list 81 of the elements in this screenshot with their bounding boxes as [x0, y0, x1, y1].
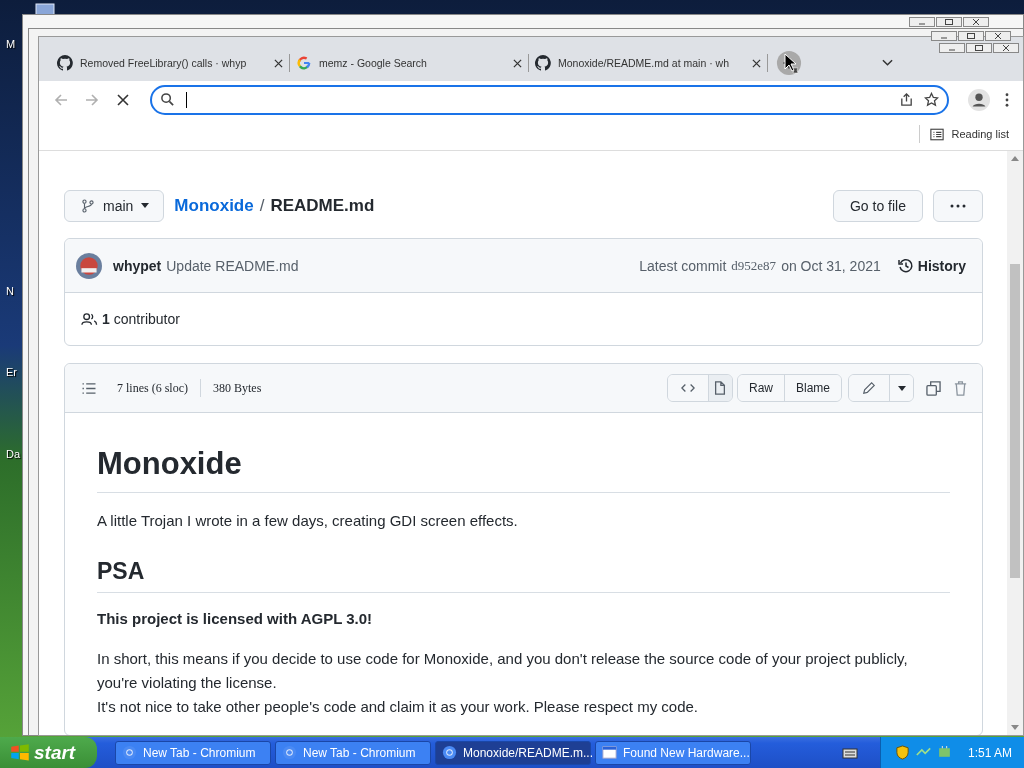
- browser-tab[interactable]: Removed FreeLibrary() calls · whyp: [51, 46, 289, 80]
- shield-icon[interactable]: [894, 745, 910, 760]
- readme-subheading: PSA: [97, 556, 950, 593]
- path-separator: /: [259, 195, 265, 216]
- browser-tab[interactable]: memz - Google Search: [290, 46, 528, 80]
- branch-button[interactable]: main: [64, 189, 165, 222]
- google-icon: [296, 55, 312, 71]
- avatar-icon: [76, 252, 102, 279]
- file-size: 380 Bytes: [213, 380, 262, 396]
- taskbar-button[interactable]: Monoxide/README.m...: [435, 740, 591, 765]
- browser-icon: [282, 745, 297, 760]
- maximize-button[interactable]: [936, 17, 962, 27]
- cursor-icon: [784, 53, 798, 75]
- desktop-icon-label[interactable]: Da: [6, 448, 21, 460]
- menu-icon[interactable]: [1005, 92, 1009, 107]
- search-icon: [160, 92, 175, 107]
- history-icon: [897, 257, 914, 274]
- octocat-icon: [535, 55, 551, 71]
- repo-link[interactable]: Monoxide: [174, 195, 254, 216]
- reading-list-button[interactable]: Reading list: [929, 127, 1009, 141]
- file-name: README.md: [270, 195, 375, 216]
- stop-icon[interactable]: [115, 91, 131, 108]
- close-button[interactable]: [963, 17, 989, 27]
- maximize-button[interactable]: [958, 31, 984, 41]
- browser-icon: [122, 745, 137, 760]
- star-icon[interactable]: [924, 92, 939, 107]
- close-button[interactable]: [985, 31, 1011, 41]
- caret-icon: [897, 385, 906, 391]
- browser-tab[interactable]: Monoxide/README.md at main · wh: [529, 46, 767, 80]
- code-icon: [680, 381, 695, 395]
- browser-icon: [442, 745, 457, 760]
- desktop-icon-label[interactable]: M: [6, 38, 16, 50]
- pencil-icon: [862, 381, 876, 395]
- taskbar-button[interactable]: Found New Hardware...: [595, 740, 751, 765]
- tab-search-icon[interactable]: [882, 59, 893, 67]
- readme-paragraph: In short, this means if you decide to use code for Monoxide, and you don't release the source code of your project publicly, you're violating the license. It's not nice to take other people's code and claim it as your work. Please respect my code.: [97, 648, 909, 717]
- more-icon: [950, 203, 966, 208]
- close-button[interactable]: [993, 43, 1019, 53]
- edit-dropdown-button[interactable]: [889, 375, 913, 401]
- commit-hash[interactable]: d952e87: [731, 257, 777, 274]
- scrollbar[interactable]: [1007, 151, 1023, 735]
- file-icon: [713, 381, 728, 395]
- contributor-count[interactable]: 1: [102, 311, 110, 327]
- go-to-file-button[interactable]: Go to file: [832, 189, 923, 222]
- close-icon[interactable]: [274, 58, 283, 68]
- trash-icon[interactable]: [953, 380, 968, 396]
- scroll-up-icon[interactable]: [1011, 156, 1019, 161]
- readme-paragraph: A little Trojan I wrote in a few days, creating GDI screen effects.: [97, 510, 519, 531]
- window-icon: [602, 745, 617, 760]
- maximize-button[interactable]: [966, 43, 992, 53]
- scroll-down-icon[interactable]: [1011, 725, 1019, 730]
- address-field[interactable]: [150, 84, 949, 115]
- readme-heading: Monoxide: [97, 445, 950, 493]
- caret-icon: [141, 203, 150, 208]
- blame-button[interactable]: Blame: [784, 375, 841, 401]
- commit-date: on Oct 31, 2021: [781, 257, 881, 274]
- taskbar-button[interactable]: New Tab - Chromium: [115, 740, 271, 765]
- copy-icon[interactable]: [926, 380, 941, 396]
- desktop-icon-label[interactable]: N: [6, 285, 14, 297]
- outline-icon[interactable]: [81, 381, 97, 395]
- keyboard-icon[interactable]: [841, 746, 858, 759]
- branch-icon: [81, 198, 95, 213]
- profile-icon[interactable]: [968, 88, 990, 111]
- reading-list-icon: [929, 127, 944, 141]
- latest-commit-label: Latest commit: [639, 257, 727, 274]
- readme-paragraph: This project is licensed with AGPL 3.0!: [97, 608, 374, 629]
- close-icon[interactable]: [752, 58, 761, 68]
- history-link[interactable]: History: [897, 257, 966, 274]
- contributor-label[interactable]: contributor: [113, 311, 180, 327]
- people-icon: [81, 312, 98, 326]
- preview-button[interactable]: [707, 375, 732, 401]
- commit-author[interactable]: whypet: [113, 257, 162, 274]
- desktop-icon-label[interactable]: Er: [6, 366, 17, 378]
- octocat-icon: [57, 55, 73, 71]
- commit-message[interactable]: Update README.md: [166, 257, 299, 274]
- taskbar-button[interactable]: New Tab - Chromium: [275, 740, 431, 765]
- clock: 1:51 AM: [967, 745, 1012, 760]
- share-icon[interactable]: [899, 92, 914, 107]
- flag-icon: [10, 742, 30, 763]
- close-icon[interactable]: [513, 58, 522, 68]
- line-count: 7 lines (6 sloc): [117, 380, 188, 396]
